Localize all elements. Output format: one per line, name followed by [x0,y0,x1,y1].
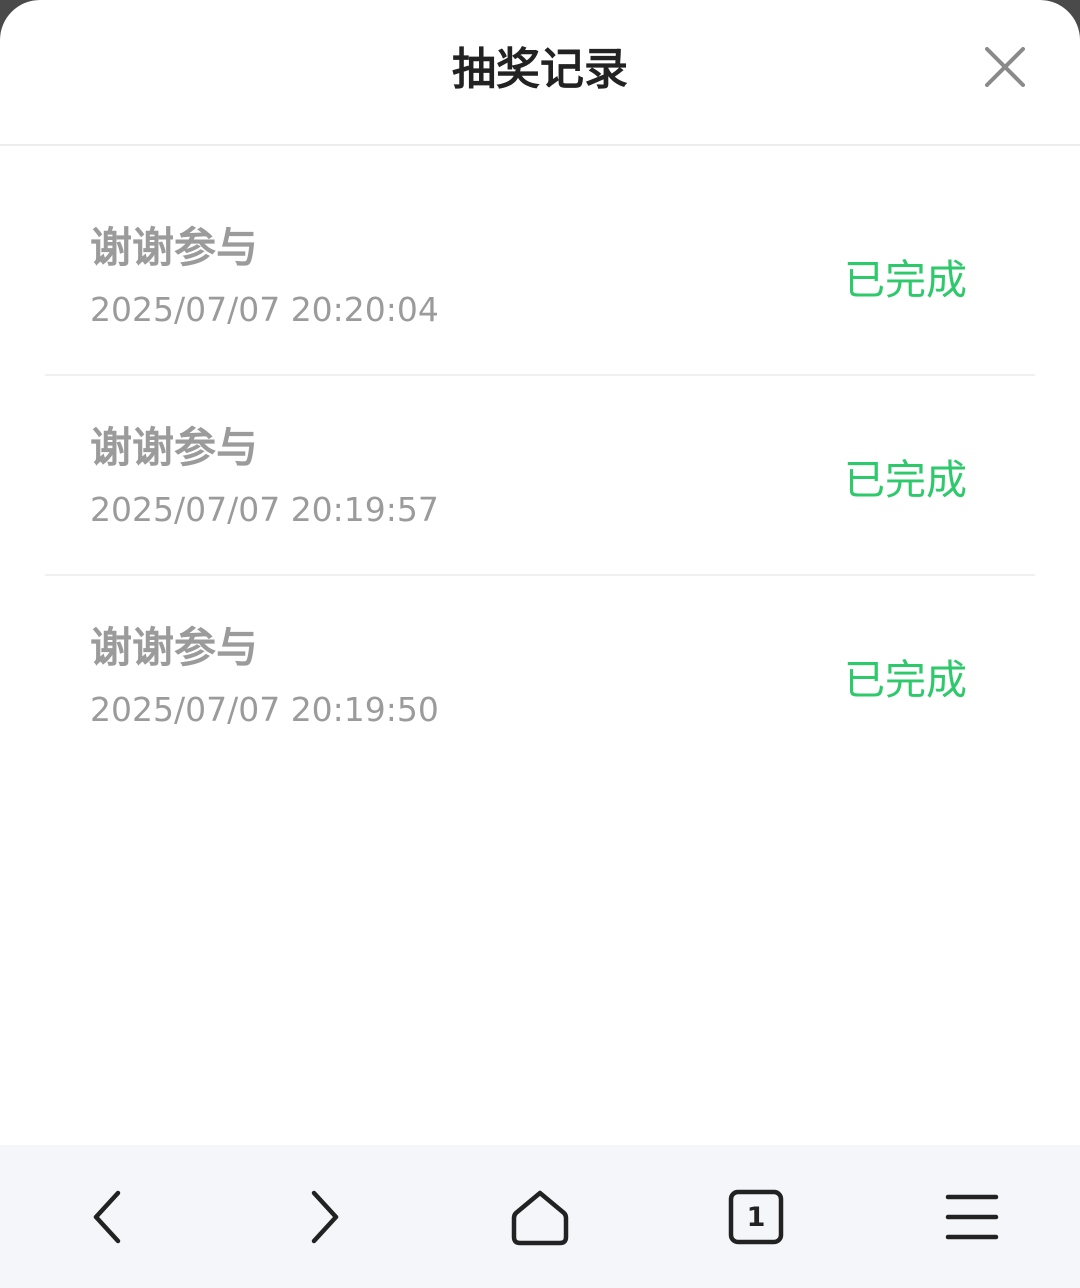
back-button[interactable] [72,1181,144,1253]
record-prize-name: 谢谢参与 [90,223,259,272]
home-icon [511,1190,569,1246]
record-timestamp: 2025/07/07 20:19:57 [90,490,439,529]
browser-bottom-nav: 1 [0,1145,1080,1288]
sheet-header: 抽奖记录 [0,0,1080,146]
chevron-left-icon [93,1190,121,1244]
forward-button[interactable] [288,1181,360,1253]
list-item[interactable]: 谢谢参与 2025/07/07 20:19:57 已完成 [45,376,1035,576]
record-status: 已完成 [844,256,967,304]
close-button[interactable] [978,40,1032,94]
record-prize-name: 谢谢参与 [90,623,259,672]
records-list: 谢谢参与 2025/07/07 20:20:04 已完成 谢谢参与 2025/0… [45,176,1035,776]
menu-icon [945,1194,999,1240]
record-timestamp: 2025/07/07 20:20:04 [90,290,439,329]
close-icon [985,47,1025,87]
tab-count: 1 [746,1201,766,1233]
home-button[interactable] [504,1181,576,1253]
menu-button[interactable] [936,1181,1008,1253]
record-status: 已完成 [844,456,967,504]
list-item[interactable]: 谢谢参与 2025/07/07 20:20:04 已完成 [45,176,1035,376]
record-status: 已完成 [844,656,967,704]
list-item[interactable]: 谢谢参与 2025/07/07 20:19:50 已完成 [45,576,1035,776]
lottery-records-sheet: 抽奖记录 谢谢参与 2025/07/07 20:20:04 已完成 谢谢参与 2… [0,0,1080,1145]
record-timestamp: 2025/07/07 20:19:50 [90,690,439,729]
chevron-right-icon [311,1190,339,1244]
page-title: 抽奖记录 [452,44,628,95]
tabs-button[interactable]: 1 [720,1181,792,1253]
record-prize-name: 谢谢参与 [90,423,259,472]
